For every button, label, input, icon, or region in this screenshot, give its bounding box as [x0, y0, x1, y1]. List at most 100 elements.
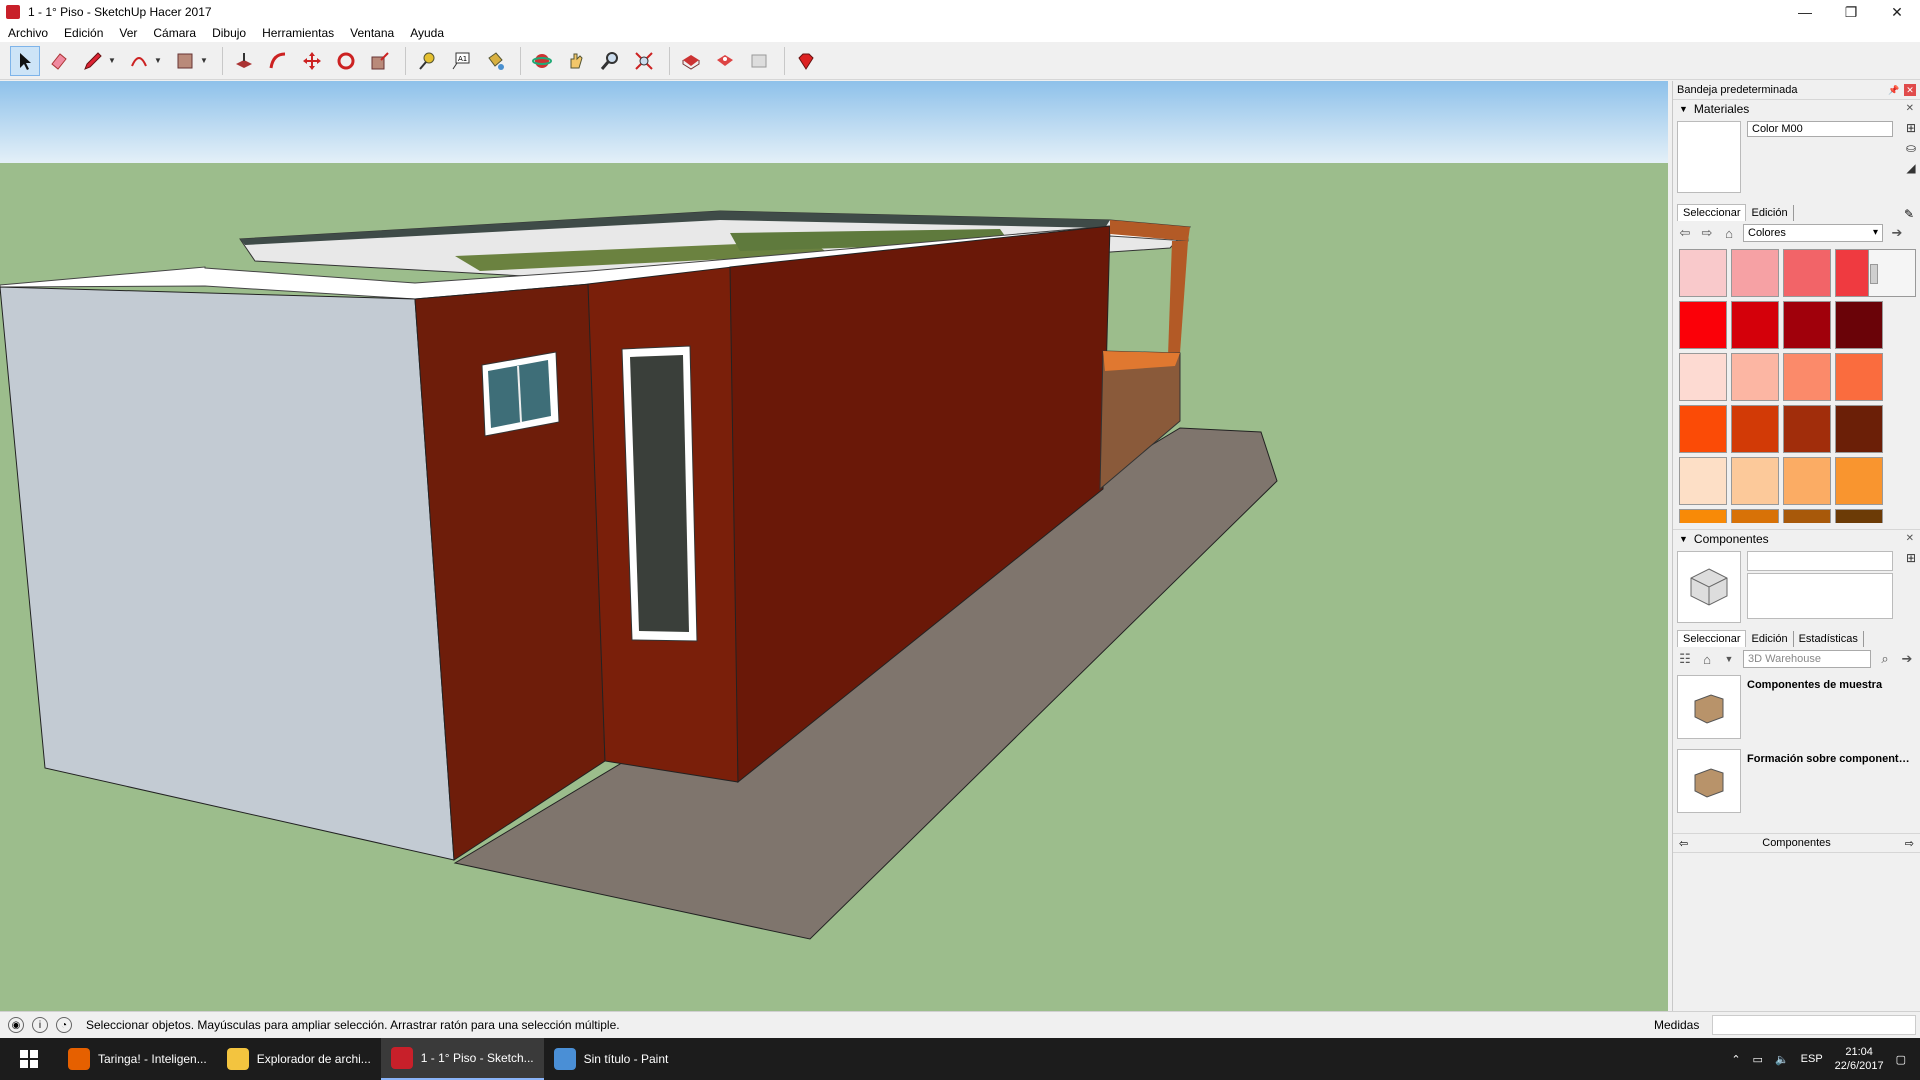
menu-ver[interactable]: Ver [119, 26, 137, 40]
pencil-dropdown-icon[interactable]: ▼ [108, 56, 118, 65]
arc-dropdown-icon[interactable]: ▼ [154, 56, 164, 65]
eraser-tool-button[interactable] [44, 46, 74, 76]
measurements-input[interactable] [1712, 1015, 1916, 1035]
close-button[interactable]: ✕ [1874, 0, 1920, 24]
collapse-triangle-icon[interactable]: ▼ [1679, 534, 1688, 544]
menu-camara[interactable]: Cámara [153, 26, 196, 40]
color-swatch[interactable] [1783, 301, 1831, 349]
language-indicator[interactable]: ESP [1801, 1053, 1823, 1065]
menu-dibujo[interactable]: Dibujo [212, 26, 246, 40]
list-item[interactable]: Componentes de muestra [1673, 671, 1920, 745]
home-icon[interactable]: ⌂ [1699, 652, 1715, 667]
color-swatch[interactable] [1731, 301, 1779, 349]
user-icon[interactable]: ◔ [56, 1017, 72, 1033]
materials-close-icon[interactable]: ✕ [1906, 103, 1914, 114]
zoom-extents-tool-button[interactable] [629, 46, 659, 76]
color-swatch[interactable] [1731, 405, 1779, 453]
color-swatch[interactable] [1783, 405, 1831, 453]
tab-edicion[interactable]: Edición [1746, 205, 1794, 221]
scale-tool-button[interactable] [365, 46, 395, 76]
network-icon[interactable]: ▭ [1753, 1053, 1763, 1066]
color-swatch[interactable] [1783, 249, 1831, 297]
model-viewport[interactable] [0, 81, 1668, 1011]
tab-edicion-components[interactable]: Edición [1746, 631, 1794, 647]
tab-seleccionar-components[interactable]: Seleccionar [1677, 630, 1747, 647]
pan-tool-button[interactable] [561, 46, 591, 76]
minimize-button[interactable]: — [1782, 0, 1828, 24]
select-tool-button[interactable] [10, 45, 40, 76]
taskbar-item-firefox[interactable]: Taringa! - Inteligen... [58, 1038, 217, 1080]
color-swatch[interactable] [1679, 249, 1727, 297]
material-library-select[interactable]: Colores [1743, 224, 1883, 242]
restore-button[interactable]: ❐ [1828, 0, 1874, 24]
shape-dropdown-icon[interactable]: ▼ [200, 56, 210, 65]
paint-bucket-small-icon[interactable]: ⛀ [1906, 141, 1916, 155]
clock[interactable]: 21:04 22/6/2017 [1835, 1045, 1884, 1073]
search-icon[interactable]: ⌕ [1877, 651, 1893, 667]
details-arrow-icon[interactable]: ➔ [1899, 651, 1915, 667]
color-swatch[interactable] [1679, 457, 1727, 505]
rotate-tool-button[interactable] [331, 46, 361, 76]
pin-icon[interactable]: 📌 [1888, 84, 1900, 96]
color-swatch[interactable] [1679, 405, 1727, 453]
color-swatch[interactable] [1835, 353, 1883, 401]
warehouse-search-input[interactable]: 3D Warehouse [1743, 650, 1871, 668]
home-icon[interactable]: ⌂ [1721, 226, 1737, 241]
color-swatch[interactable] [1783, 457, 1831, 505]
color-swatch[interactable] [1783, 509, 1831, 523]
chevron-up-icon[interactable]: ⌃ [1731, 1053, 1740, 1066]
extension-manager-button[interactable] [791, 46, 821, 76]
color-swatch[interactable] [1731, 457, 1779, 505]
taskbar-item-explorer[interactable]: Explorador de archi... [217, 1038, 381, 1080]
color-swatch[interactable] [1835, 301, 1883, 349]
arc-tool-button[interactable] [124, 46, 154, 76]
follow-me-tool-button[interactable] [263, 46, 293, 76]
component-description-field[interactable] [1747, 573, 1893, 619]
materials-section-header[interactable]: ▼ Materiales ✕ [1673, 99, 1920, 117]
color-swatch[interactable] [1679, 301, 1727, 349]
orbit-tool-button[interactable] [527, 46, 557, 76]
geolocation-icon[interactable]: ◉ [8, 1017, 24, 1033]
rectangle-tool-button[interactable] [170, 46, 200, 76]
material-name-field[interactable]: Color M00 [1747, 121, 1893, 137]
tab-seleccionar[interactable]: Seleccionar [1677, 204, 1747, 221]
tray-close-icon[interactable]: ✕ [1904, 84, 1916, 96]
component-name-field[interactable] [1747, 551, 1893, 571]
tab-estadisticas[interactable]: Estadísticas [1794, 631, 1864, 647]
extension-warehouse-button[interactable] [710, 46, 740, 76]
3d-warehouse-button[interactable] [676, 46, 706, 76]
details-arrow-icon[interactable]: ➔ [1889, 225, 1905, 241]
taskbar-item-paint[interactable]: Sin título - Paint [544, 1038, 679, 1080]
color-swatch[interactable] [1835, 405, 1883, 453]
color-swatch[interactable] [1679, 353, 1727, 401]
text-tool-button[interactable]: A1 [446, 46, 476, 76]
menu-ayuda[interactable]: Ayuda [410, 26, 444, 40]
send-to-layout-button[interactable] [744, 46, 774, 76]
credits-icon[interactable]: i [32, 1017, 48, 1033]
notifications-icon[interactable]: ▢ [1896, 1053, 1906, 1066]
color-swatch[interactable] [1835, 509, 1883, 523]
collapse-triangle-icon[interactable]: ▼ [1679, 104, 1688, 114]
volume-icon[interactable]: 🔈 [1775, 1053, 1789, 1066]
swatch-scrollbar[interactable] [1868, 249, 1916, 297]
color-swatch[interactable] [1731, 509, 1779, 523]
create-material-icon[interactable]: ⊞ [1906, 121, 1916, 135]
footer-back-icon[interactable]: ⇦ [1679, 837, 1688, 850]
zoom-tool-button[interactable] [595, 46, 625, 76]
pencil-tool-button[interactable] [78, 46, 108, 76]
menu-herramientas[interactable]: Herramientas [262, 26, 334, 40]
components-close-icon[interactable]: ✕ [1906, 533, 1914, 544]
color-swatch[interactable] [1731, 353, 1779, 401]
move-tool-button[interactable] [297, 46, 327, 76]
menu-edicion[interactable]: Edición [64, 26, 103, 40]
menu-archivo[interactable]: Archivo [8, 26, 48, 40]
view-options-icon[interactable]: ☷ [1677, 651, 1693, 667]
forward-arrow-icon[interactable]: ⇨ [1699, 225, 1715, 241]
eyedropper-icon[interactable]: ✎ [1904, 207, 1914, 221]
color-swatch[interactable] [1679, 509, 1727, 523]
push-pull-tool-button[interactable] [229, 46, 259, 76]
components-section-header[interactable]: ▼ Componentes ✕ [1673, 529, 1920, 547]
color-swatch[interactable] [1731, 249, 1779, 297]
color-swatch[interactable] [1783, 353, 1831, 401]
color-swatch[interactable] [1835, 457, 1883, 505]
